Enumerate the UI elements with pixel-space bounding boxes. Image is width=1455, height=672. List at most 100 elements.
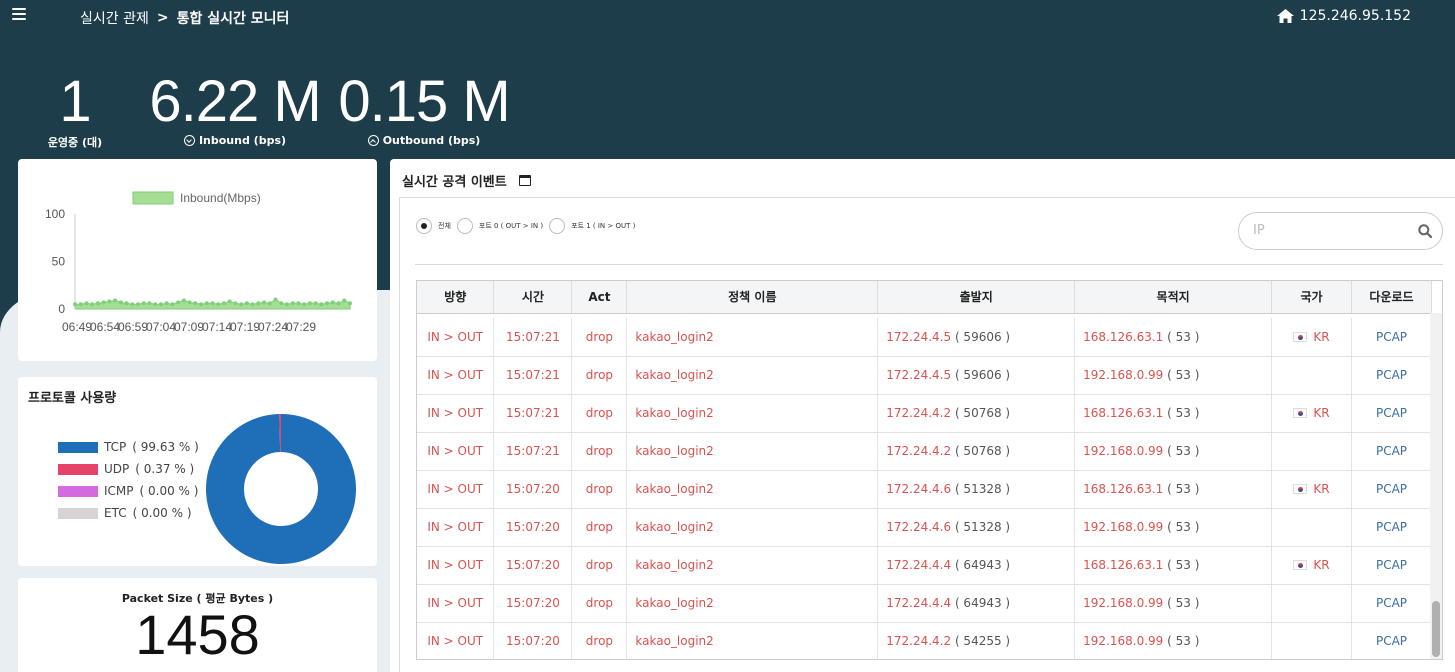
column-header: 국가 [1271, 281, 1353, 314]
data-point[interactable] [233, 301, 238, 306]
data-point[interactable] [118, 300, 123, 305]
data-point[interactable] [262, 300, 267, 305]
legend-item-etc[interactable]: ETC ( 0.00 % ) [58, 502, 199, 524]
cell-act: drop [571, 470, 628, 509]
protocol-usage-card: 프로토콜 사용량 TCP( 99.63 % ) UDP( 0.37 % ) ICMP… [18, 377, 377, 566]
radio-dot-icon[interactable] [416, 218, 432, 234]
data-point[interactable] [227, 299, 232, 304]
data-point[interactable] [78, 302, 83, 307]
pcap-download-link[interactable]: PCAP [1351, 356, 1432, 395]
data-point[interactable] [342, 298, 347, 303]
data-point[interactable] [325, 301, 330, 306]
data-point[interactable] [113, 298, 118, 303]
window-icon[interactable] [518, 175, 531, 186]
data-point[interactable] [239, 302, 244, 307]
cell-country: KR [1271, 318, 1353, 357]
radio-all[interactable]: 전체 [416, 218, 451, 234]
data-point[interactable] [153, 302, 158, 307]
data-point[interactable] [176, 300, 181, 305]
data-point[interactable] [336, 301, 341, 306]
table-row[interactable]: IN > OUT 15:07:20 drop kakao_login2 172.24.4… [417, 470, 1432, 509]
source-ip: 172.24.4.4 [886, 596, 952, 610]
table-row[interactable]: IN > OUT 15:07:21 drop kakao_login2 172.24.4… [417, 318, 1432, 357]
legend-swatch[interactable] [132, 191, 174, 205]
data-point[interactable] [141, 301, 146, 306]
data-point[interactable] [193, 301, 198, 306]
data-point[interactable] [204, 301, 209, 306]
data-point[interactable] [273, 297, 278, 302]
pcap-download-link[interactable]: PCAP [1351, 508, 1432, 547]
hamburger-menu-icon[interactable] [12, 8, 26, 20]
pcap-download-link[interactable]: PCAP [1351, 394, 1432, 433]
table-row[interactable]: IN > OUT 15:07:20 drop kakao_login2 172.24.4… [417, 546, 1432, 585]
table-row[interactable]: IN > OUT 15:07:20 drop kakao_login2 172.24.4… [417, 622, 1432, 659]
data-point[interactable] [284, 302, 289, 307]
table-row[interactable]: IN > OUT 15:07:20 drop kakao_login2 172.24.4… [417, 508, 1432, 547]
pcap-download-link[interactable]: PCAP [1351, 546, 1432, 585]
legend-percent: ( 0.37 % ) [135, 462, 195, 476]
search-icon[interactable] [1418, 224, 1432, 238]
data-point[interactable] [348, 301, 352, 306]
data-point[interactable] [267, 301, 272, 306]
pcap-download-link[interactable]: PCAP [1351, 470, 1432, 509]
radio-dot-icon[interactable] [549, 218, 566, 234]
destination-port: ( 53 ) [1167, 520, 1200, 534]
data-point[interactable] [181, 298, 186, 303]
data-point[interactable] [210, 301, 215, 306]
data-point[interactable] [307, 301, 312, 306]
data-point[interactable] [101, 300, 106, 305]
data-point[interactable] [158, 302, 163, 307]
data-point[interactable] [199, 302, 204, 307]
pcap-download-link[interactable]: PCAP [1351, 432, 1432, 471]
data-point[interactable] [147, 301, 152, 306]
radio-dot-icon[interactable] [456, 218, 473, 234]
radio-port0[interactable]: 포트 0 ( OUT > IN ) [456, 218, 543, 234]
source-ip: 172.24.4.2 [886, 444, 952, 458]
data-point[interactable] [319, 302, 324, 307]
data-point[interactable] [244, 301, 249, 306]
data-point[interactable] [330, 300, 335, 305]
data-point[interactable] [221, 301, 226, 306]
legend-name: ICMP [104, 484, 134, 498]
data-point[interactable] [279, 301, 284, 306]
data-point[interactable] [95, 301, 100, 306]
data-point[interactable] [216, 302, 221, 307]
table-row[interactable]: IN > OUT 15:07:20 drop kakao_login2 172.24.4… [417, 584, 1432, 623]
cell-time: 15:07:20 [493, 622, 573, 659]
pcap-download-link[interactable]: PCAP [1351, 584, 1432, 623]
scrollbar-thumb[interactable] [1432, 601, 1440, 657]
data-point[interactable] [170, 302, 175, 307]
table-scrollbar[interactable] [1430, 313, 1442, 659]
legend-item-tcp[interactable]: TCP ( 99.63 % ) [58, 436, 199, 458]
data-point[interactable] [73, 302, 77, 307]
data-point[interactable] [256, 301, 261, 306]
destination-ip: 192.168.0.99 [1083, 634, 1164, 648]
data-point[interactable] [164, 301, 169, 306]
data-point[interactable] [296, 301, 301, 306]
data-point[interactable] [130, 302, 135, 307]
table-row[interactable]: IN > OUT 15:07:21 drop kakao_login2 172.24.4… [417, 394, 1432, 433]
radio-port1[interactable]: 포트 1 ( IN > OUT ) [549, 218, 635, 234]
data-point[interactable] [187, 300, 192, 305]
ip-search-input[interactable] [1253, 223, 1413, 238]
data-point[interactable] [136, 302, 141, 307]
data-point[interactable] [250, 302, 255, 307]
data-point[interactable] [90, 302, 95, 307]
data-point[interactable] [107, 299, 112, 304]
pcap-download-link[interactable]: PCAP [1351, 622, 1432, 659]
pcap-download-link[interactable]: PCAP [1351, 318, 1432, 357]
legend-item-icmp[interactable]: ICMP ( 0.00 % ) [58, 480, 199, 502]
data-point[interactable] [313, 301, 318, 306]
data-point[interactable] [290, 301, 295, 306]
data-point[interactable] [124, 301, 129, 306]
legend-item-udp[interactable]: UDP ( 0.37 % ) [58, 458, 199, 480]
server-ip: 125.246.95.152 [1276, 8, 1411, 24]
data-point[interactable] [302, 302, 307, 307]
table-row[interactable]: IN > OUT 15:07:21 drop kakao_login2 172.24.4… [417, 432, 1432, 471]
table-row[interactable]: IN > OUT 15:07:21 drop kakao_login2 172.24.4… [417, 356, 1432, 395]
data-point[interactable] [84, 301, 89, 306]
direction-filter: 전체 포트 0 ( OUT > IN ) 포트 1 ( IN > OUT ) [416, 218, 641, 234]
cell-act: drop [571, 318, 628, 357]
cell-source: 172.24.4.6 ( 51328 ) [877, 508, 1076, 547]
breadcrumb-parent[interactable]: 실시간 관제 [80, 8, 149, 28]
